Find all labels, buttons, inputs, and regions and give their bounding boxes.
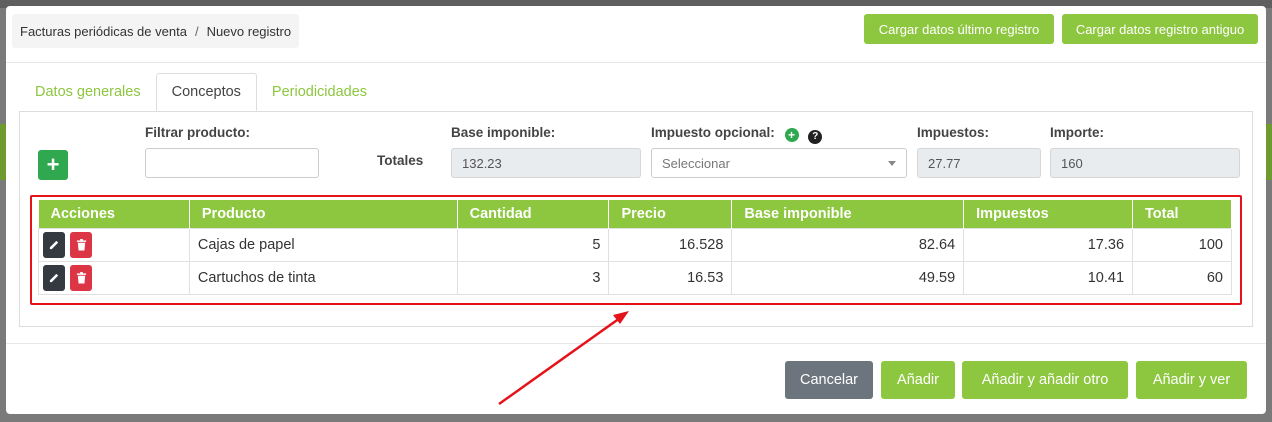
annotation-arrow-icon xyxy=(498,311,629,406)
tab-conceptos[interactable]: Conceptos xyxy=(155,73,257,111)
